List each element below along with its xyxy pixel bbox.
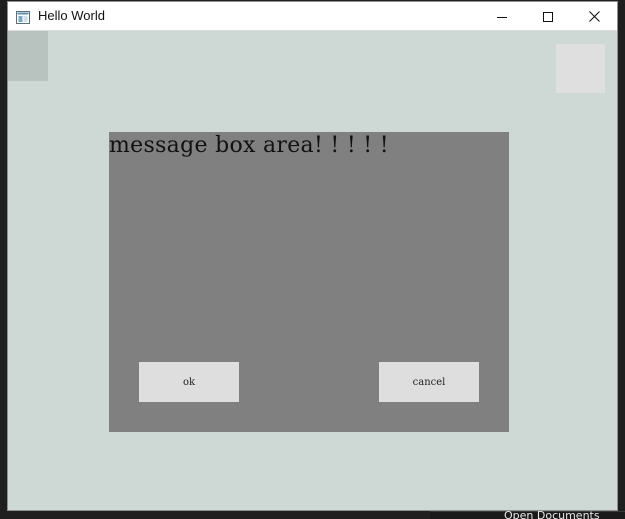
app-window: Hello World message box area! ! ! ! ! ok… [7,1,618,511]
taskbar-label[interactable]: Open Documents [504,510,600,519]
cancel-button[interactable]: cancel [379,362,479,402]
minimize-icon [497,7,507,26]
maximize-button[interactable] [525,2,571,31]
ok-button[interactable]: ok [139,362,239,402]
window-title: Hello World [38,8,105,23]
title-bar[interactable]: Hello World [8,2,617,31]
message-box: message box area! ! ! ! ! ok cancel [109,132,509,432]
minimize-button[interactable] [479,2,525,31]
app-icon [16,9,30,24]
close-button[interactable] [571,2,617,31]
close-icon [588,7,600,26]
taskbar: Open Documents [430,510,625,519]
corner-square-right[interactable] [556,44,605,93]
desktop: Open Documents Hello World message box a… [0,0,625,519]
maximize-icon [543,7,553,26]
corner-square-left [8,31,48,81]
client-area: message box area! ! ! ! ! ok cancel [8,31,617,510]
message-text: message box area! ! ! ! ! [109,133,389,158]
